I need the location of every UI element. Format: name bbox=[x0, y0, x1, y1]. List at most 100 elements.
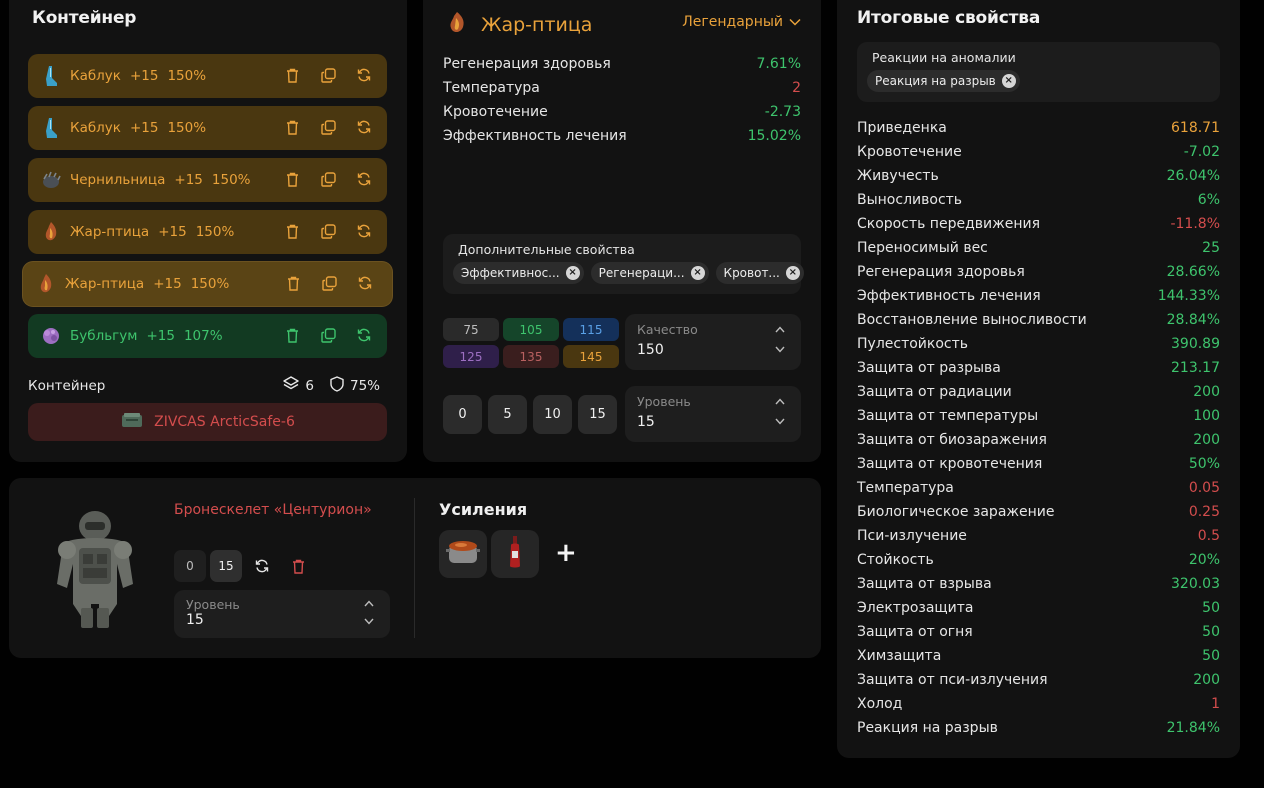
total-stat-label: Восстановление выносливости bbox=[857, 312, 1087, 328]
chernilnitsa-icon bbox=[40, 169, 62, 191]
artifact-row[interactable]: Жар-птица +15 150% bbox=[28, 210, 387, 254]
boost-slot-stew[interactable] bbox=[439, 530, 487, 578]
quality-preset-button[interactable]: 145 bbox=[563, 345, 619, 368]
artifact-row-name: Каблук bbox=[70, 120, 121, 136]
trash-icon[interactable] bbox=[284, 274, 302, 292]
armor-level-button[interactable]: 0 bbox=[174, 550, 206, 582]
container-name: ZIVCAS ArcticSafe-6 bbox=[154, 414, 295, 430]
trash-icon[interactable] bbox=[283, 118, 301, 136]
close-icon[interactable]: × bbox=[1001, 74, 1016, 88]
close-icon[interactable]: × bbox=[565, 266, 580, 280]
total-stat-label: Защита от огня bbox=[857, 624, 973, 640]
chevron-up-icon[interactable] bbox=[364, 596, 374, 610]
total-stat-value: 320.03 bbox=[1171, 576, 1220, 592]
stat-label: Кровотечение bbox=[443, 104, 548, 120]
refresh-icon[interactable] bbox=[355, 66, 373, 84]
total-stat-row: Пулестойкость 390.89 bbox=[857, 332, 1220, 356]
boost-slot-bottle[interactable] bbox=[491, 530, 539, 578]
quality-preset-button[interactable]: 125 bbox=[443, 345, 499, 368]
refresh-icon[interactable] bbox=[355, 170, 373, 188]
total-stat-value: 200 bbox=[1193, 384, 1220, 400]
artifact-row[interactable]: Жар-птица +15 150% bbox=[23, 262, 392, 306]
refresh-icon[interactable] bbox=[356, 274, 374, 292]
quality-preset-button[interactable]: 105 bbox=[503, 318, 559, 341]
refresh-icon[interactable] bbox=[355, 118, 373, 136]
chevron-up-icon[interactable] bbox=[775, 322, 785, 336]
quality-value: 150 bbox=[637, 342, 664, 358]
total-stat-value: 0.5 bbox=[1197, 528, 1220, 544]
quality-preset-button[interactable]: 135 bbox=[503, 345, 559, 368]
chevron-down-icon[interactable] bbox=[775, 342, 785, 356]
level-preset-button[interactable]: 0 bbox=[443, 395, 482, 434]
armor-level-picker[interactable]: Уровень 15 bbox=[174, 590, 390, 638]
total-stat-row: Холод 1 bbox=[857, 692, 1220, 716]
total-stat-value: 144.33% bbox=[1157, 288, 1220, 304]
refresh-icon[interactable] bbox=[355, 222, 373, 240]
chevron-down-icon[interactable] bbox=[364, 614, 374, 628]
trash-icon[interactable] bbox=[283, 222, 301, 240]
chip-label: Регенераци... bbox=[598, 266, 685, 280]
zhar-ptitsa-icon bbox=[445, 10, 469, 40]
copy-icon[interactable] bbox=[319, 66, 337, 84]
container-selector[interactable]: ZIVCAS ArcticSafe-6 bbox=[28, 403, 387, 441]
totals-panel: Итоговые свойства Реакции на аномалии Ре… bbox=[837, 0, 1240, 758]
artifact-row[interactable]: Каблук +15 150% bbox=[28, 54, 387, 98]
copy-icon[interactable] bbox=[320, 274, 338, 292]
artifact-row[interactable]: Бубльгум +15 107% bbox=[28, 314, 387, 358]
artifact-row-name: Каблук bbox=[70, 68, 121, 84]
total-stat-label: Эффективность лечения bbox=[857, 288, 1041, 304]
container-slots: 6 bbox=[305, 378, 314, 394]
refresh-icon[interactable] bbox=[246, 550, 278, 582]
copy-icon[interactable] bbox=[319, 118, 337, 136]
add-boost-button[interactable]: + bbox=[555, 538, 577, 568]
close-icon[interactable]: × bbox=[690, 266, 705, 280]
armor-level-button[interactable]: 15 bbox=[210, 550, 242, 582]
artifact-row[interactable]: Чернильница +15 150% bbox=[28, 158, 387, 202]
total-stat-row: Реакция на разрыв 21.84% bbox=[857, 716, 1220, 740]
artifact-row-percent: 107% bbox=[183, 328, 223, 344]
close-icon[interactable]: × bbox=[785, 266, 800, 280]
extra-properties-title: Дополнительные свойства bbox=[458, 242, 635, 257]
chevron-up-icon[interactable] bbox=[775, 394, 785, 408]
trash-icon[interactable] bbox=[283, 66, 301, 84]
level-preset-button[interactable]: 15 bbox=[578, 395, 617, 434]
artifact-row[interactable]: Каблук +15 150% bbox=[28, 106, 387, 150]
total-stat-label: Кровотечение bbox=[857, 144, 962, 160]
layers-icon bbox=[283, 376, 300, 396]
level-preset-button[interactable]: 5 bbox=[488, 395, 527, 434]
quality-preset-button[interactable]: 115 bbox=[563, 318, 619, 341]
artifact-stat-list: Регенерация здоровья 7.61% Температура 2 Кро… bbox=[443, 52, 801, 148]
total-stat-row: Защита от огня 50 bbox=[857, 620, 1220, 644]
artifact-level-picker[interactable]: Уровень 15 bbox=[625, 386, 801, 442]
total-stat-value: -11.8% bbox=[1170, 216, 1220, 232]
chevron-down-icon[interactable] bbox=[775, 414, 785, 428]
artifact-title: Жар-птица bbox=[481, 14, 593, 36]
artifact-stat-row: Кровотечение -2.73 bbox=[443, 100, 801, 124]
copy-icon[interactable] bbox=[319, 222, 337, 240]
total-stat-label: Защита от радиации bbox=[857, 384, 1012, 400]
stat-value: 7.61% bbox=[756, 56, 801, 72]
artifact-row-upgrade: +15 bbox=[158, 224, 187, 240]
level-preset-button[interactable]: 10 bbox=[533, 395, 572, 434]
total-stat-label: Холод bbox=[857, 696, 903, 712]
quality-preset-button[interactable]: 75 bbox=[443, 318, 499, 341]
total-stat-row: Химзащита 50 bbox=[857, 644, 1220, 668]
total-stat-row: Защита от разрыва 213.17 bbox=[857, 356, 1220, 380]
copy-icon[interactable] bbox=[319, 326, 337, 344]
total-stat-value: 28.84% bbox=[1166, 312, 1220, 328]
copy-icon[interactable] bbox=[319, 170, 337, 188]
total-stat-row: Температура 0.05 bbox=[857, 476, 1220, 500]
quality-picker[interactable]: Качество 150 bbox=[625, 314, 801, 370]
trash-icon[interactable] bbox=[282, 550, 314, 582]
trash-icon[interactable] bbox=[283, 326, 301, 344]
total-stat-row: Защита от взрыва 320.03 bbox=[857, 572, 1220, 596]
total-stat-row: Защита от пси-излучения 200 bbox=[857, 668, 1220, 692]
refresh-icon[interactable] bbox=[355, 326, 373, 344]
total-stat-label: Защита от взрыва bbox=[857, 576, 992, 592]
rarity-dropdown[interactable]: Легендарный bbox=[682, 14, 801, 30]
divider bbox=[414, 498, 415, 638]
trash-icon[interactable] bbox=[283, 170, 301, 188]
total-stat-label: Выносливость bbox=[857, 192, 963, 208]
total-stat-row: Защита от биозаражения 200 bbox=[857, 428, 1220, 452]
rarity-value: Легендарный bbox=[682, 14, 783, 30]
